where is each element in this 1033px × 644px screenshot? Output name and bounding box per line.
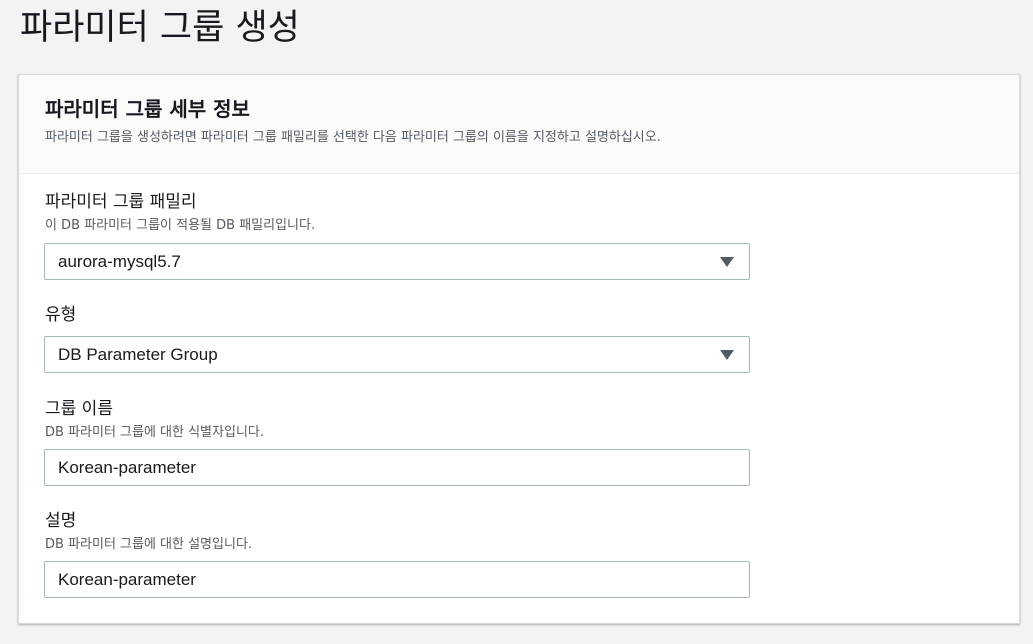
family-hint: 이 DB 파라미터 그룹이 적용될 DB 패밀리입니다.: [45, 218, 316, 233]
page-title: 파라미터 그룹 생성: [20, 8, 300, 48]
description-label: 설명: [45, 511, 77, 531]
panel-header: 파라미터 그룹 세부 정보 파라미터 그룹을 생성하려면 파라미터 그룹 패밀리…: [19, 75, 1019, 174]
panel-title: 파라미터 그룹 세부 정보: [45, 97, 250, 121]
family-select[interactable]: aurora-mysql5.7: [44, 243, 750, 280]
type-label: 유형: [45, 305, 77, 325]
group-name-hint: DB 파라미터 그룹에 대한 식별자입니다.: [45, 425, 264, 440]
description-hint: DB 파라미터 그룹에 대한 설명입니다.: [45, 537, 253, 552]
type-select[interactable]: DB Parameter Group: [44, 336, 750, 373]
caret-down-icon: [720, 350, 734, 360]
group-name-input[interactable]: [44, 449, 750, 486]
group-name-label: 그룹 이름: [45, 399, 113, 419]
panel-description: 파라미터 그룹을 생성하려면 파라미터 그룹 패밀리를 선택한 다음 파라미터 …: [45, 130, 661, 145]
family-select-value: aurora-mysql5.7: [58, 252, 181, 271]
description-input[interactable]: [44, 561, 750, 598]
family-label: 파라미터 그룹 패밀리: [45, 192, 197, 212]
type-select-value: DB Parameter Group: [58, 345, 218, 364]
parameter-group-details-panel: 파라미터 그룹 세부 정보 파라미터 그룹을 생성하려면 파라미터 그룹 패밀리…: [18, 74, 1020, 624]
caret-down-icon: [720, 257, 734, 267]
